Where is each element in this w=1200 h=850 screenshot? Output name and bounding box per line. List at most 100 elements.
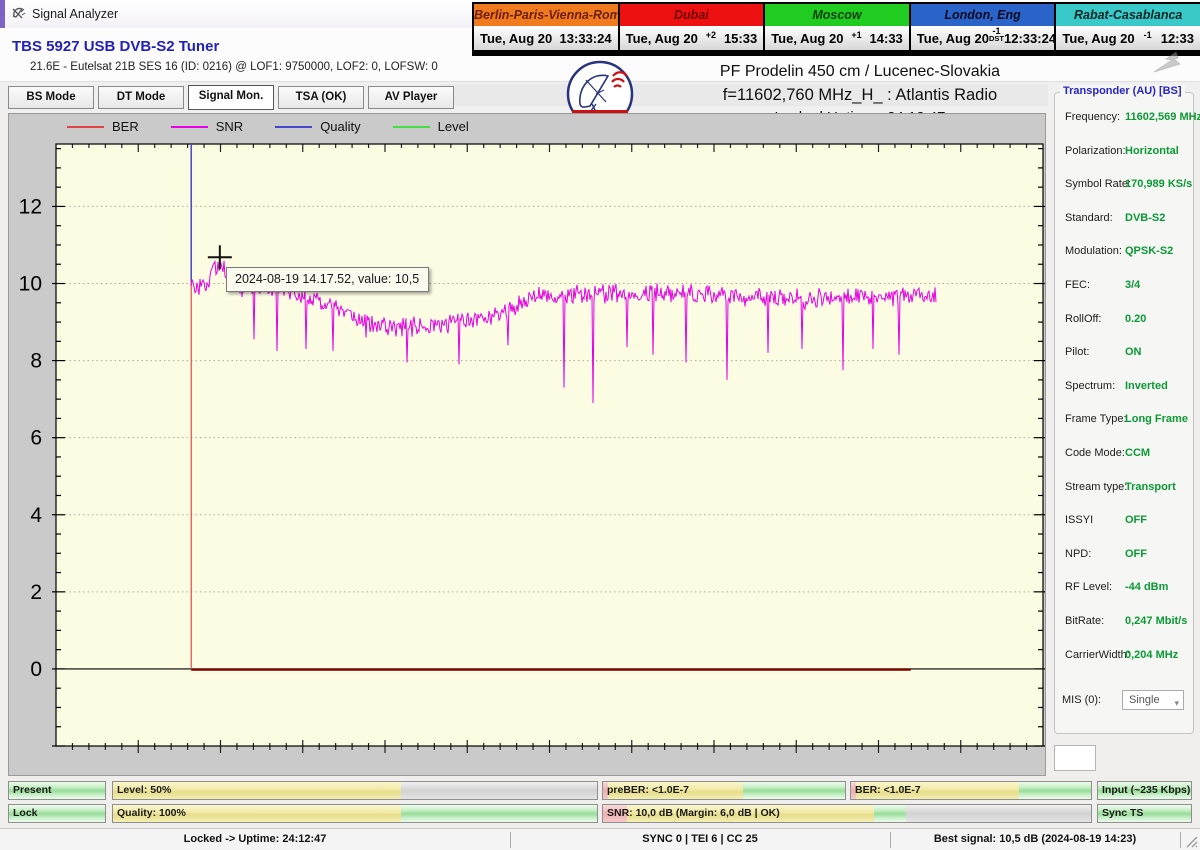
antenna-location-header: PF Prodelin 450 cm / Lucenec-Slovakia bbox=[640, 63, 1080, 81]
transponder-value: ON bbox=[1125, 346, 1142, 358]
transponder-title: Transponder (AU) [BS] bbox=[1060, 85, 1185, 97]
frequency-header: f=11602,760 MHz_H_ : Atlantis Radio bbox=[640, 86, 1080, 105]
clock-hhmm: 13:33:24 bbox=[560, 31, 612, 46]
resize-grip[interactable] bbox=[1186, 836, 1198, 848]
clock-hhmm: 14:33 bbox=[870, 31, 903, 46]
transponder-label: Standard: bbox=[1065, 212, 1113, 224]
transponder-label: Spectrum: bbox=[1065, 380, 1115, 392]
clock-time: Tue, Aug 20 13:33:24 bbox=[474, 26, 618, 50]
clock-date: Tue, Aug 20 bbox=[771, 31, 843, 46]
gauge-label: Present bbox=[13, 782, 52, 799]
signal-analyzer-window: Signal Analyzer Berlin-Paris-Vienna-Roma… bbox=[0, 0, 1200, 850]
clock-city: Rabat-Casablanca bbox=[1056, 4, 1200, 26]
tab-av-player[interactable]: AV Player bbox=[368, 86, 454, 109]
clock-time: Tue, Aug 20-1DST12:33:24 bbox=[911, 26, 1055, 50]
transponder-value: 0,247 Mbit/s bbox=[1125, 615, 1187, 627]
transponder-label: RollOff: bbox=[1065, 313, 1101, 325]
clock-city: Moscow bbox=[765, 4, 909, 26]
clock-hhmm: 15:33 bbox=[724, 31, 757, 46]
gauge-ber: BER: <1.0E-7 bbox=[850, 781, 1092, 800]
clock-hhmm: 12:33:24 bbox=[1004, 31, 1056, 46]
chevron-down-icon: ▾ bbox=[1174, 694, 1179, 712]
gauge-label: Lock bbox=[13, 805, 38, 822]
clock-city: London, Eng bbox=[911, 4, 1055, 26]
transponder-label: Pilot: bbox=[1065, 346, 1089, 358]
svg-text:4: 4 bbox=[30, 504, 42, 527]
gauge-label: Input (~235 Kbps) bbox=[1102, 782, 1190, 799]
transponder-value: 11602,569 MHz bbox=[1125, 111, 1200, 123]
transponder-label: FEC: bbox=[1065, 279, 1090, 291]
window-title: Signal Analyzer bbox=[32, 7, 118, 21]
clock-column: DubaiTue, Aug 20+215:33 bbox=[618, 4, 764, 54]
transponder-label: CarrierWidth: bbox=[1065, 649, 1130, 661]
gauge-label: Sync TS bbox=[1102, 805, 1143, 822]
gauge-segment-green bbox=[1019, 782, 1091, 799]
clock-offset-value: +1 bbox=[843, 31, 869, 39]
tab-tsa-ok-[interactable]: TSA (OK) bbox=[278, 86, 364, 109]
clock-offset: -1 bbox=[1135, 31, 1161, 39]
tab-bs-mode[interactable]: BS Mode bbox=[8, 86, 94, 109]
satellite-dish-icon bbox=[11, 6, 27, 22]
mis-dropdown[interactable]: Single ▾ bbox=[1122, 690, 1184, 710]
svg-text:12: 12 bbox=[19, 195, 42, 218]
svg-text:0: 0 bbox=[30, 658, 42, 681]
gauge-input-235-kbps-: Input (~235 Kbps) bbox=[1097, 781, 1192, 800]
transponder-panel: Frequency: 11602,569 MHz Polarization:Hori… bbox=[1052, 84, 1198, 736]
statusbar-divider bbox=[510, 832, 511, 848]
signal-chart[interactable]: 024681012 bbox=[9, 114, 1045, 775]
transponder-value: -44 dBm bbox=[1125, 581, 1168, 593]
clock-offset: -1DST bbox=[989, 27, 1004, 43]
transponder-label: NPD: bbox=[1065, 548, 1091, 560]
clock-date: Tue, Aug 20 bbox=[917, 31, 989, 46]
tuner-details: 21.6E - Eutelsat 21B SES 16 (ID: 0216) @… bbox=[30, 61, 438, 73]
clock-date: Tue, Aug 20 bbox=[480, 31, 552, 46]
statusbar-divider bbox=[890, 832, 891, 848]
clock-offset: +1 bbox=[843, 31, 869, 39]
world-clocks: Berlin-Paris-Vienna-RomaTue, Aug 2013:33… bbox=[472, 2, 1200, 56]
gauge-segment-silver bbox=[906, 805, 1091, 822]
gauge-level: Level: 50% bbox=[112, 781, 598, 800]
gauge-snr: SNR: 10,0 dB (Margin: 6,0 dB | OK) bbox=[602, 804, 1092, 823]
transponder-value: Inverted bbox=[1125, 380, 1168, 392]
gauge-label: Quality: 100% bbox=[117, 805, 186, 822]
gauge-label: BER: <1.0E-7 bbox=[855, 782, 921, 799]
mis-label: MIS (0): bbox=[1062, 694, 1101, 706]
gauge-label: preBER: <1.0E-7 bbox=[607, 782, 689, 799]
transponder-label: Modulation: bbox=[1065, 245, 1122, 257]
mode-tabs: BS ModeDT ModeSignal Mon.TSA (OK)AV Play… bbox=[8, 86, 454, 110]
clock-offset-sub: DST bbox=[989, 35, 1004, 43]
clock-time: Tue, Aug 20+215:33 bbox=[620, 26, 764, 50]
clock-offset: +2 bbox=[698, 31, 724, 39]
transponder-value: 170,989 KS/s bbox=[1125, 178, 1192, 190]
transponder-value: Horizontal bbox=[1125, 145, 1179, 157]
tab-signal-mon-[interactable]: Signal Mon. bbox=[188, 85, 274, 110]
clock-column: Rabat-CasablancaTue, Aug 20-112:33 bbox=[1054, 4, 1200, 54]
transponder-value: OFF bbox=[1125, 514, 1147, 526]
transponder-value: 3/4 bbox=[1125, 279, 1140, 291]
gauge-segment-green bbox=[874, 805, 906, 822]
transponder-label: RF Level: bbox=[1065, 581, 1112, 593]
transponder-value: 0.20 bbox=[1125, 313, 1146, 325]
gauge-lock: Lock bbox=[8, 804, 106, 823]
clock-time: Tue, Aug 20+114:33 bbox=[765, 26, 909, 50]
bottom-statusbar: Locked -> Uptime: 24:12:47 SYNC 0 | TEI … bbox=[0, 828, 1200, 850]
transponder-value: QPSK-S2 bbox=[1125, 245, 1173, 257]
tuner-name: TBS 5927 USB DVB-S2 Tuner bbox=[12, 38, 219, 55]
gauge-present: Present bbox=[8, 781, 106, 800]
signal-chart-panel: BERSNRQualityLevel 024681012 2024-08-19 … bbox=[8, 113, 1046, 776]
clock-date: Tue, Aug 20 bbox=[626, 31, 698, 46]
transponder-fieldset: Frequency:11602,569 MHzPolarization:Hori… bbox=[1054, 92, 1194, 734]
transponder-value: DVB-S2 bbox=[1125, 212, 1165, 224]
transponder-label: Frame Type: bbox=[1065, 413, 1127, 425]
clock-offset-value: +2 bbox=[698, 31, 724, 39]
transponder-label: Frequency: bbox=[1065, 111, 1120, 123]
tab-dt-mode[interactable]: DT Mode bbox=[98, 86, 184, 109]
transponder-value: 0,204 MHz bbox=[1125, 649, 1178, 661]
clock-column: Berlin-Paris-Vienna-RomaTue, Aug 2013:33… bbox=[474, 4, 618, 54]
transponder-label: Symbol Rate: bbox=[1065, 178, 1131, 190]
transponder-label: Polarization: bbox=[1065, 145, 1126, 157]
blank-box bbox=[1054, 745, 1096, 771]
svg-text:10: 10 bbox=[19, 273, 42, 296]
statusbar-divider bbox=[1180, 832, 1181, 848]
transponder-value: CCM bbox=[1125, 447, 1150, 459]
